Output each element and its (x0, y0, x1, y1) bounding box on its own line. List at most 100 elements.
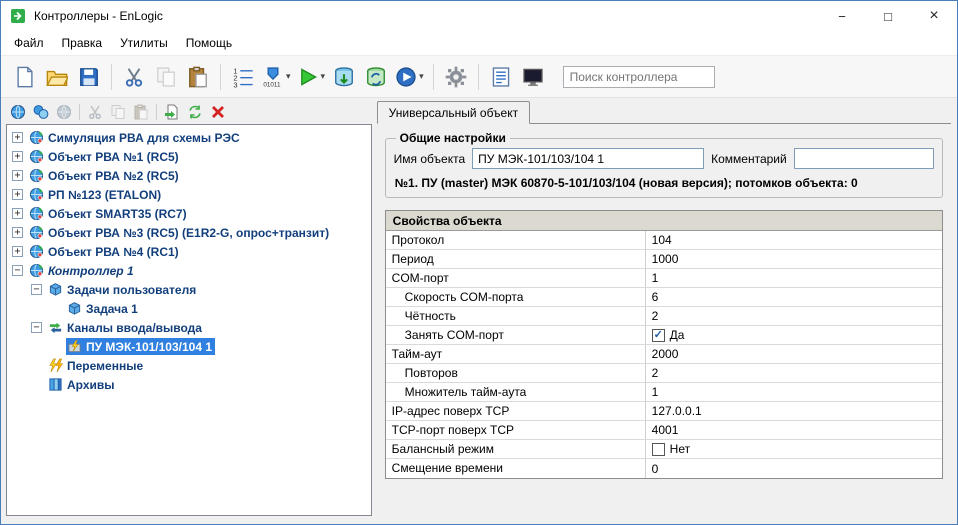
open-button[interactable] (41, 61, 73, 93)
numbered-list-button[interactable]: 123 (227, 61, 259, 93)
clone-object-button[interactable] (53, 101, 75, 123)
menu-item[interactable]: Помощь (177, 33, 241, 53)
paste-node-button[interactable] (130, 101, 152, 123)
dropdown-caret-icon[interactable]: ▾ (286, 71, 291, 82)
db-save-button[interactable] (328, 61, 360, 93)
property-value[interactable]: 6 (646, 288, 942, 306)
property-value[interactable]: 2 (646, 364, 942, 382)
paste-button[interactable] (182, 61, 214, 93)
tree-node[interactable]: РП №123 (ETALON) (28, 186, 164, 203)
tree-item[interactable]: + Объект РВА №3 (RC5) (E1R2-G, опрос+тран… (7, 223, 371, 242)
tree-node[interactable]: Объект РВА №3 (RC5) (E1R2-G, опрос+транз… (28, 224, 332, 241)
expand-toggle-icon[interactable]: + (12, 170, 23, 181)
cut-node-button[interactable] (84, 101, 106, 123)
expand-toggle-icon[interactable]: + (12, 132, 23, 143)
tree-item[interactable]: + Объект РВА №4 (RC1) (7, 242, 371, 261)
property-value[interactable]: 4001 (646, 421, 942, 439)
menu-item[interactable]: Правка (53, 33, 112, 53)
tree-item[interactable]: + Симуляция РВА для схемы РЭС (7, 128, 371, 147)
property-value[interactable]: 2000 (646, 345, 942, 363)
minimize-button[interactable]: − (819, 1, 865, 31)
toolbar-separator (79, 104, 80, 120)
general-settings-title: Общие настройки (396, 131, 510, 145)
tree-item[interactable]: Задача 1 (7, 299, 371, 318)
tab-universal-object[interactable]: Универсальный объект (377, 101, 530, 124)
property-value[interactable]: 1000 (646, 250, 942, 268)
properties-rows: Протокол104Период1000COM-порт1Скорость C… (386, 231, 942, 478)
play-circle-button[interactable]: ▾ (392, 61, 427, 93)
expand-toggle-icon[interactable]: + (12, 151, 23, 162)
tree-node[interactable]: Задачи пользователя (47, 281, 199, 298)
property-value[interactable]: 0 (646, 459, 942, 478)
property-value[interactable]: 104 (646, 231, 942, 249)
menu-item[interactable]: Файл (5, 33, 53, 53)
delete-node-button[interactable] (207, 101, 229, 123)
tree-item[interactable]: −Каналы ввода/вывода (7, 318, 371, 337)
tree-node[interactable]: Объект SMART35 (RC7) (28, 205, 190, 222)
tree-node[interactable]: Объект РВА №1 (RC5) (28, 148, 182, 165)
property-value[interactable]: 1 (646, 269, 942, 287)
tree-item[interactable]: Переменные (7, 356, 371, 375)
settings-button[interactable] (440, 61, 472, 93)
tree-item[interactable]: + Объект РВА №1 (RC5) (7, 147, 371, 166)
checkbox-checked-icon[interactable]: ✓ (652, 329, 665, 342)
properties-table: Свойства объекта Протокол104Период1000CO… (385, 210, 943, 479)
expand-toggle-icon[interactable]: + (12, 189, 23, 200)
add-child-object-button[interactable] (30, 101, 52, 123)
tree-node[interactable]: Объект РВА №4 (RC1) (28, 243, 182, 260)
property-value[interactable]: ✓Да (646, 326, 942, 344)
tree-item[interactable]: + РП №123 (ETALON) (7, 185, 371, 204)
property-value[interactable]: Нет (646, 440, 942, 458)
copy-node-button[interactable] (107, 101, 129, 123)
tree-node[interactable]: Симуляция РВА для схемы РЭС (28, 129, 243, 146)
tree-node[interactable]: Каналы ввода/вывода (47, 319, 205, 336)
tree-item[interactable]: ПУ МЭК-101/103/104 1 (7, 337, 371, 356)
db-sync-button[interactable] (360, 61, 392, 93)
tree-node[interactable]: Контроллер 1 (28, 262, 137, 279)
tree-item[interactable]: Архивы (7, 375, 371, 394)
tree-node[interactable]: Переменные (47, 357, 146, 374)
menu-item[interactable]: Утилиты (111, 33, 177, 53)
property-value[interactable]: 2 (646, 307, 942, 325)
property-row: Множитель тайм-аута1 (386, 383, 942, 402)
tree-node[interactable]: Архивы (47, 376, 118, 393)
close-button[interactable]: × (911, 1, 957, 31)
checkbox-unchecked-icon[interactable] (652, 443, 665, 456)
tree-item[interactable]: + Объект SMART35 (RC7) (7, 204, 371, 223)
new-file-icon (14, 66, 36, 88)
tree-item-label: Задача 1 (86, 302, 138, 316)
tree-item[interactable]: −Задачи пользователя (7, 280, 371, 299)
tree-item[interactable]: −Контроллер 1 (7, 261, 371, 280)
collapse-toggle-icon[interactable]: − (12, 265, 23, 276)
tree-node[interactable]: ПУ МЭК-101/103/104 1 (66, 338, 215, 355)
dropdown-caret-icon[interactable]: ▾ (321, 71, 326, 82)
copy-button[interactable] (150, 61, 182, 93)
run-button[interactable]: ▾ (294, 61, 329, 93)
report-button[interactable] (485, 61, 517, 93)
expand-toggle-icon[interactable]: + (12, 227, 23, 238)
tree-node[interactable]: Задача 1 (66, 300, 141, 317)
tree-node[interactable]: Объект РВА №2 (RC5) (28, 167, 182, 184)
filter-binary-button[interactable]: 01011▾ (259, 61, 294, 93)
maximize-button[interactable]: □ (865, 1, 911, 31)
object-name-input[interactable] (472, 148, 704, 169)
import-node-button[interactable] (161, 101, 183, 123)
expand-toggle-icon[interactable]: + (12, 208, 23, 219)
tree-item[interactable]: + Объект РВА №2 (RC5) (7, 166, 371, 185)
property-value[interactable]: 127.0.0.1 (646, 402, 942, 420)
controller-search-input[interactable] (563, 66, 715, 88)
add-object-button[interactable] (7, 101, 29, 123)
expand-toggle-icon[interactable]: + (12, 246, 23, 257)
save-button[interactable] (73, 61, 105, 93)
screenshot-button[interactable] (517, 61, 549, 93)
dropdown-caret-icon[interactable]: ▾ (419, 71, 424, 82)
property-value[interactable]: 1 (646, 383, 942, 401)
refresh-node-button[interactable] (184, 101, 206, 123)
new-file-button[interactable] (9, 61, 41, 93)
collapse-toggle-icon[interactable]: − (31, 322, 42, 333)
collapse-toggle-icon[interactable]: − (31, 284, 42, 295)
property-name: Повторов (386, 364, 646, 382)
comment-input[interactable] (794, 148, 934, 169)
report-icon (490, 66, 512, 88)
cut-button[interactable] (118, 61, 150, 93)
